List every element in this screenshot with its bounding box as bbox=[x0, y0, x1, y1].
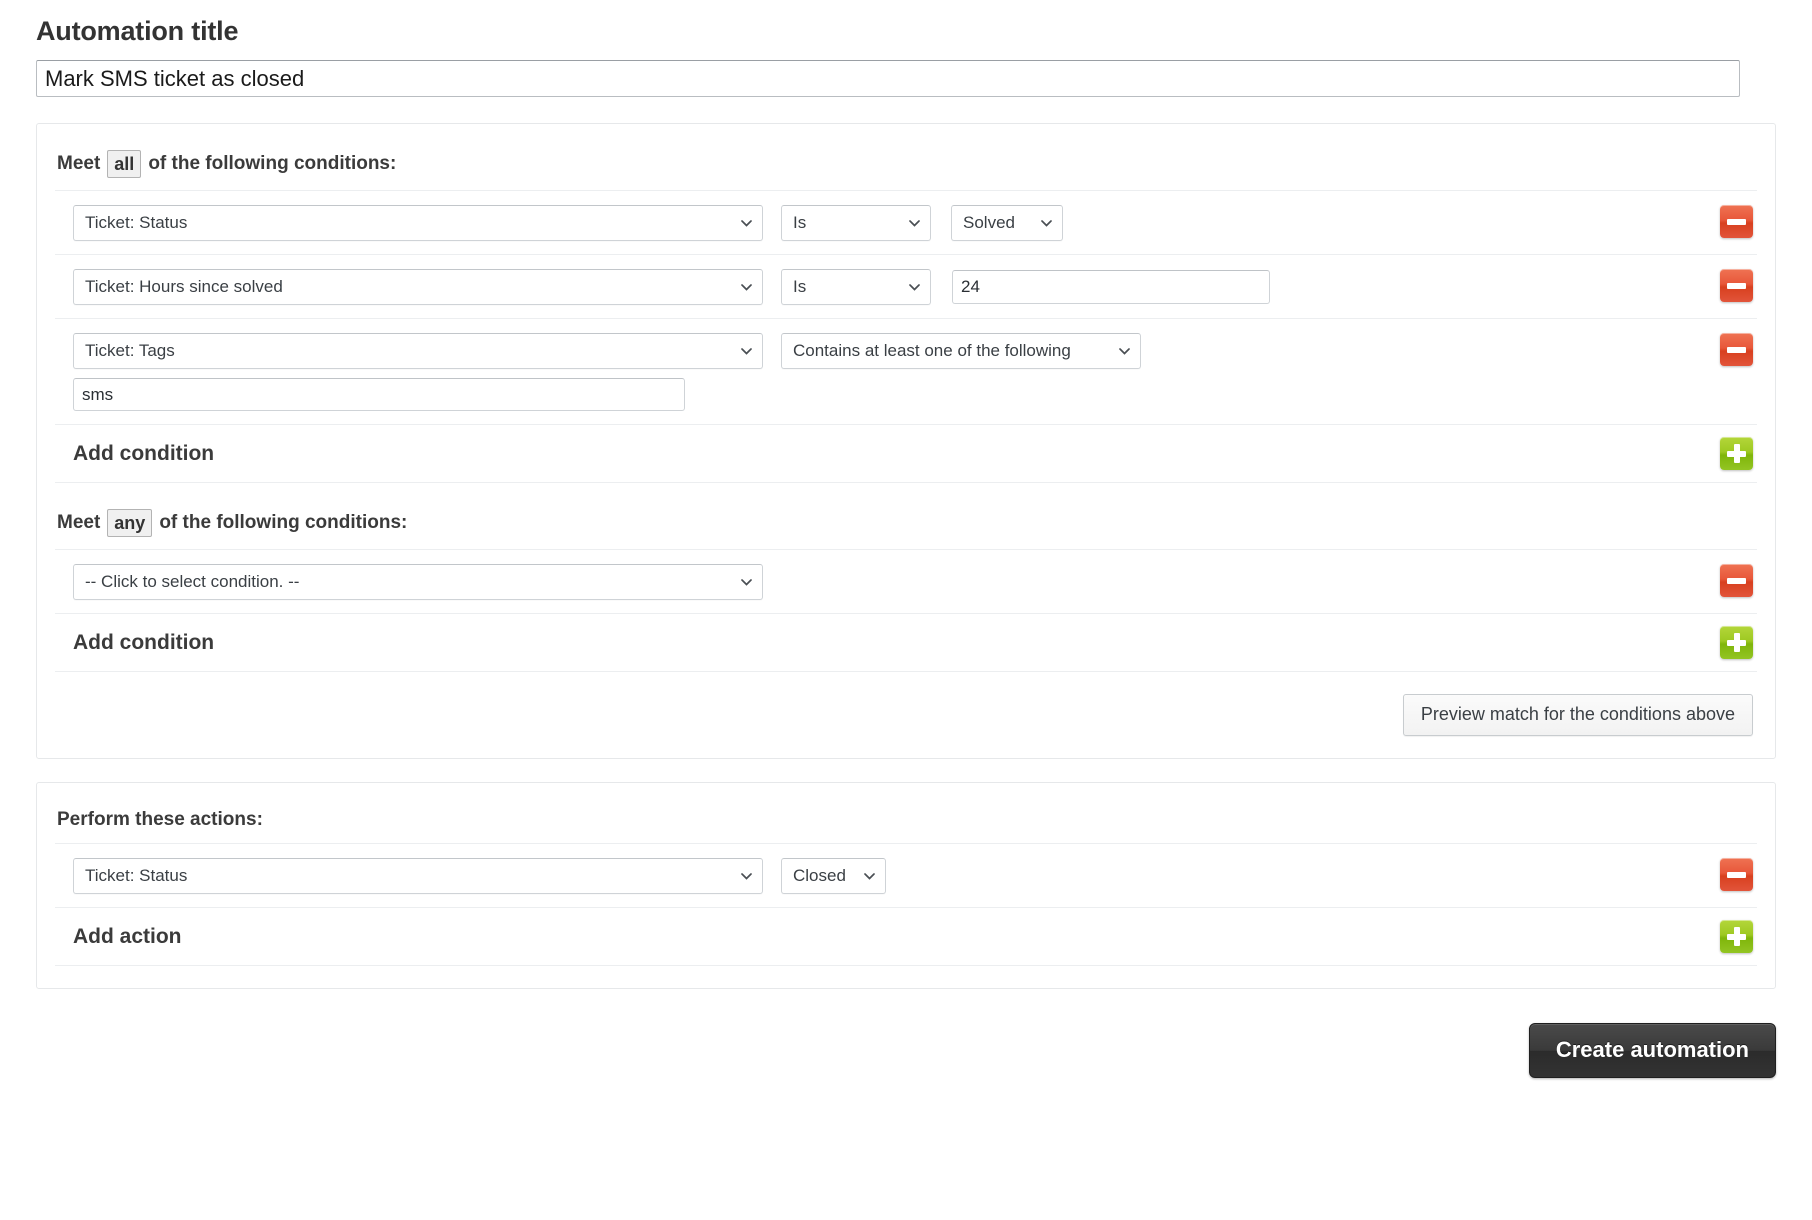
automation-title-field-wrap bbox=[36, 60, 1776, 98]
chevron-down-icon bbox=[741, 873, 752, 880]
condition-field-value: Ticket: Hours since solved bbox=[85, 277, 283, 297]
minus-icon bbox=[1727, 218, 1746, 225]
condition-field-value: Ticket: Tags bbox=[85, 341, 175, 361]
footer-actions: Create automation bbox=[36, 1023, 1776, 1079]
condition-field-select[interactable]: -- Click to select condition. -- bbox=[73, 564, 763, 601]
condition-operator-select[interactable]: Contains at least one of the following bbox=[781, 333, 1141, 370]
minus-icon bbox=[1727, 577, 1746, 584]
chevron-down-icon bbox=[741, 579, 752, 586]
automation-title-input[interactable] bbox=[36, 60, 1740, 98]
condition-value-select[interactable]: Solved bbox=[951, 205, 1063, 242]
remove-action-button[interactable] bbox=[1720, 858, 1753, 892]
chevron-down-icon bbox=[741, 348, 752, 355]
perform-actions-label: Perform these actions: bbox=[55, 783, 1757, 843]
remove-condition-button[interactable] bbox=[1720, 564, 1753, 598]
condition-tags-input[interactable] bbox=[73, 378, 685, 412]
chevron-down-icon bbox=[1119, 348, 1130, 355]
add-action-button[interactable] bbox=[1720, 920, 1753, 954]
add-action-label[interactable]: Add action bbox=[55, 925, 182, 949]
chevron-down-icon bbox=[741, 284, 752, 291]
condition-field-value: Ticket: Status bbox=[85, 213, 188, 233]
page-title: Automation title bbox=[36, 16, 239, 46]
condition-field-select[interactable]: Ticket: Status bbox=[73, 205, 763, 242]
condition-field-select[interactable]: Ticket: Tags bbox=[73, 333, 763, 370]
condition-value: Solved bbox=[963, 213, 1015, 233]
meet-any-prefix: Meet bbox=[57, 512, 101, 534]
condition-row: Ticket: Status Is Solved bbox=[55, 190, 1757, 254]
meet-any-suffix: of the following conditions: bbox=[159, 512, 408, 534]
remove-condition-button[interactable] bbox=[1720, 205, 1753, 239]
add-condition-label[interactable]: Add condition bbox=[55, 442, 214, 466]
add-condition-row: Add condition bbox=[55, 424, 1757, 484]
preview-row: Preview match for the conditions above bbox=[55, 672, 1757, 737]
actions-panel: Perform these actions: Ticket: Status Cl… bbox=[36, 782, 1776, 990]
remove-condition-button[interactable] bbox=[1720, 333, 1753, 367]
condition-field-select[interactable]: Ticket: Hours since solved bbox=[73, 269, 763, 306]
condition-field-value: -- Click to select condition. -- bbox=[85, 572, 300, 592]
action-value-select[interactable]: Closed bbox=[781, 858, 886, 895]
match-type-any-select[interactable]: any bbox=[107, 509, 153, 538]
meet-all-label: Meet all of the following conditions: bbox=[55, 124, 1757, 190]
condition-row: Ticket: Hours since solved Is bbox=[55, 254, 1757, 318]
condition-operator-value: Is bbox=[793, 213, 807, 233]
condition-operator-value: Is bbox=[793, 277, 807, 297]
remove-condition-button[interactable] bbox=[1720, 269, 1753, 303]
condition-row: Ticket: Tags Contains at least one of th… bbox=[55, 318, 1757, 424]
minus-icon bbox=[1727, 282, 1746, 289]
condition-operator-value: Contains at least one of the following bbox=[793, 341, 1071, 361]
automation-editor-page: Automation title Meet all of the followi… bbox=[0, 0, 1812, 1220]
chevron-down-icon bbox=[741, 220, 752, 227]
meet-any-label: Meet any of the following conditions: bbox=[55, 483, 1757, 549]
meet-all-suffix: of the following conditions: bbox=[148, 153, 397, 175]
plus-icon-vertical bbox=[1733, 444, 1740, 464]
minus-icon bbox=[1727, 871, 1746, 878]
conditions-panel: Meet all of the following conditions: Ti… bbox=[36, 123, 1776, 760]
create-automation-button[interactable]: Create automation bbox=[1528, 1023, 1776, 1079]
chevron-down-icon bbox=[864, 873, 875, 880]
action-field-select[interactable]: Ticket: Status bbox=[73, 858, 763, 895]
action-row: Ticket: Status Closed bbox=[55, 843, 1757, 907]
preview-match-button[interactable]: Preview match for the conditions above bbox=[1402, 694, 1753, 737]
add-action-row: Add action bbox=[55, 907, 1757, 967]
action-value: Closed bbox=[793, 866, 846, 886]
condition-row: -- Click to select condition. -- bbox=[55, 549, 1757, 613]
add-condition-label[interactable]: Add condition bbox=[55, 631, 214, 655]
minus-icon bbox=[1727, 346, 1746, 353]
chevron-down-icon bbox=[909, 220, 920, 227]
condition-tags-wrap bbox=[55, 378, 1757, 412]
add-condition-row: Add condition bbox=[55, 613, 1757, 673]
add-condition-button[interactable] bbox=[1720, 626, 1753, 660]
plus-icon-vertical bbox=[1733, 633, 1740, 653]
condition-value-input[interactable] bbox=[952, 270, 1270, 305]
plus-icon-vertical bbox=[1733, 927, 1740, 947]
chevron-down-icon bbox=[909, 284, 920, 291]
meet-all-prefix: Meet bbox=[57, 153, 101, 175]
add-condition-button[interactable] bbox=[1720, 437, 1753, 471]
match-type-all-select[interactable]: all bbox=[107, 150, 142, 179]
condition-operator-select[interactable]: Is bbox=[781, 205, 931, 242]
perform-actions-text: Perform these actions: bbox=[57, 809, 263, 831]
chevron-down-icon bbox=[1041, 220, 1052, 227]
action-field-value: Ticket: Status bbox=[85, 866, 188, 886]
condition-operator-select[interactable]: Is bbox=[781, 269, 931, 306]
